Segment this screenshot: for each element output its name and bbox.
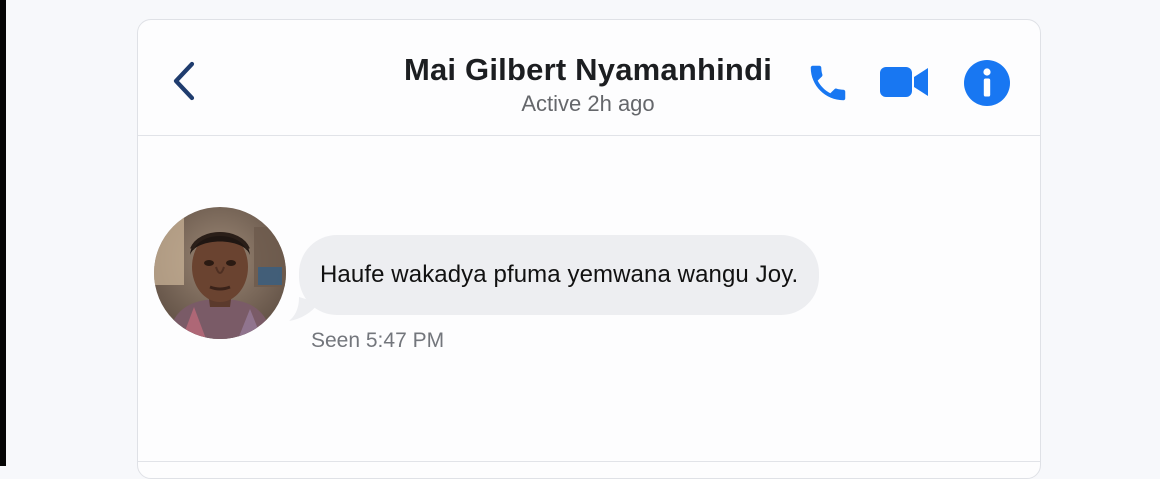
contact-name[interactable]: Mai Gilbert Nyamanhindi <box>378 50 798 90</box>
back-button[interactable] <box>164 58 204 104</box>
contact-avatar[interactable] <box>154 207 286 339</box>
video-camera-icon <box>880 67 928 97</box>
seen-status: Seen 5:47 PM <box>311 329 445 352</box>
message-text: Haufe wakadya pfuma yemwana wangu Joy. <box>320 261 799 288</box>
message-bubble[interactable]: Haufe wakadya pfuma yemwana wangu Joy. <box>299 235 820 315</box>
chat-header: Mai Gilbert Nyamanhindi Active 2h ago <box>138 20 1040 136</box>
call-button[interactable] <box>804 59 852 107</box>
contact-status: Active 2h ago <box>521 91 655 116</box>
contact-title-block: Mai Gilbert Nyamanhindi Active 2h ago <box>378 50 798 118</box>
info-icon <box>964 60 1010 106</box>
screen-edge <box>0 0 6 466</box>
info-button[interactable] <box>962 58 1012 108</box>
video-call-button[interactable] <box>878 62 930 102</box>
phone-icon <box>810 65 846 101</box>
chat-window: Mai Gilbert Nyamanhindi Active 2h ago Ha… <box>137 19 1041 479</box>
composer-divider <box>138 461 1040 462</box>
chevron-left-icon <box>173 61 195 101</box>
